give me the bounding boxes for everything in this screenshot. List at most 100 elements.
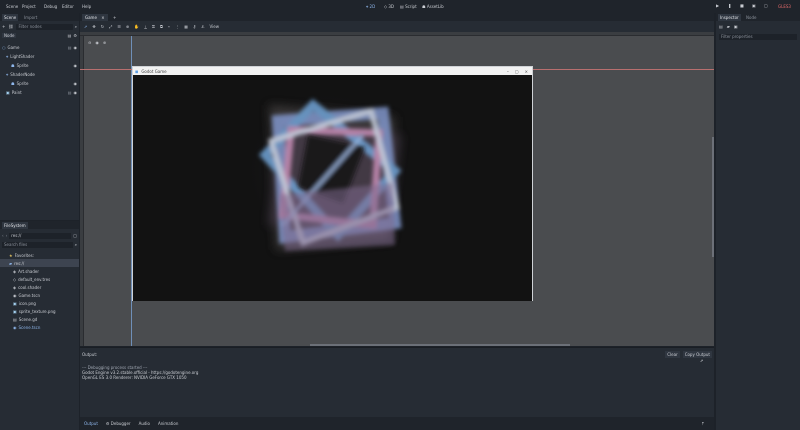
list-item[interactable]: ▰ res://	[0, 259, 79, 267]
maximize-icon[interactable]: ▢	[515, 69, 519, 74]
list-item[interactable]: ◉ Game.tscn	[0, 291, 79, 299]
script-icon[interactable]: ▤	[68, 90, 72, 95]
tab-animation[interactable]: Animation	[158, 421, 178, 426]
script-icon[interactable]: ▤	[68, 33, 72, 38]
menu-editor[interactable]: Editor	[62, 4, 74, 9]
play-scene-icon[interactable]: ▣	[752, 3, 758, 9]
select-list-icon[interactable]: ☰	[117, 24, 121, 29]
add-tab-icon[interactable]: +	[113, 15, 116, 20]
grid-icon[interactable]: ▦	[184, 24, 188, 29]
menu-help[interactable]: Help	[82, 4, 91, 9]
viewport-scrollbar-vertical[interactable]	[712, 137, 714, 257]
game-window[interactable]: ◼ Godot Game – ▢ ×	[132, 66, 533, 301]
minimize-icon[interactable]: –	[507, 69, 509, 74]
tab-filesystem[interactable]: FileSystem	[2, 222, 28, 229]
workspace-assetlib[interactable]: ☗ AssetLib	[422, 4, 444, 9]
tree-label: Sprite	[16, 63, 29, 68]
forward-icon[interactable]: ›	[6, 233, 8, 238]
stop-icon[interactable]: ■	[740, 3, 746, 9]
menu-scene[interactable]: Scene	[6, 4, 18, 9]
move-icon[interactable]: ✥	[92, 24, 95, 29]
workspace-script[interactable]: ▤ Script	[400, 4, 417, 9]
filter-nodes-input[interactable]: Filter nodes	[16, 23, 73, 30]
key-icon[interactable]: ⚷	[193, 24, 196, 29]
tab-scene[interactable]: Scene	[2, 14, 19, 21]
list-item[interactable]: ▣ icon.png	[0, 299, 79, 307]
add-node-icon[interactable]: +	[2, 24, 5, 29]
save-resource-icon[interactable]: ▣	[734, 24, 738, 29]
close-icon[interactable]: ×	[525, 69, 528, 74]
menu-project[interactable]: Project	[22, 4, 36, 9]
workspace-3d[interactable]: ◇ 3D	[384, 4, 394, 9]
new-resource-icon[interactable]: ▤	[719, 24, 723, 29]
tree-item-lightshader[interactable]: ⌖ LightShader	[2, 52, 77, 61]
visibility-icon[interactable]: ◉	[74, 90, 78, 95]
list-item[interactable]: ★ Favorites:	[0, 251, 79, 259]
scale-icon[interactable]: ⤢	[109, 24, 112, 29]
copy-output-button[interactable]: Copy Output	[682, 351, 712, 358]
tree-item-sprite[interactable]: ☗ Sprite ◉	[2, 61, 77, 70]
group-icon[interactable]: ⧉	[160, 24, 163, 29]
tab-inspector[interactable]: Inspector	[718, 14, 741, 21]
play-icon[interactable]: ▶	[716, 3, 722, 9]
search-files-input[interactable]: Search files	[2, 241, 73, 248]
clear-button[interactable]: Clear	[665, 351, 680, 358]
rotate-icon[interactable]: ↻	[101, 24, 104, 29]
tree-item-paint[interactable]: ▣ Paint ▤ ◉	[2, 88, 77, 97]
tab-debugger[interactable]: ⚙ Debugger	[106, 421, 131, 426]
anchor-icon[interactable]: ⚓	[201, 24, 205, 29]
close-icon[interactable]: ×	[101, 15, 104, 20]
tree-item-sprite-2[interactable]: ☗ Sprite ◉	[2, 79, 77, 88]
list-item[interactable]: ◉ Scene.tscn	[0, 323, 79, 331]
tab-audio[interactable]: Audio	[139, 421, 150, 426]
tab-output[interactable]: Output	[84, 421, 98, 426]
list-item[interactable]: ◈ cool.shader	[0, 283, 79, 291]
path-field[interactable]: res://	[9, 232, 72, 239]
view-menu[interactable]: View	[210, 24, 220, 29]
link-icon[interactable]: ⛓	[8, 24, 13, 29]
shader-artwork	[239, 85, 419, 255]
lock-icon[interactable]: ⚿	[152, 24, 155, 29]
play-custom-icon[interactable]: ▢	[764, 3, 770, 9]
game-window-titlebar[interactable]: ◼ Godot Game – ▢ ×	[133, 67, 532, 75]
canvas-viewport[interactable]: ⊖ ◉ ⊕ ◼ Godot Game – ▢ ×	[80, 32, 714, 346]
ruler-icon[interactable]: ⟂	[144, 24, 147, 29]
workspace-2d[interactable]: ⌖ 2D	[366, 4, 375, 9]
list-item[interactable]: ▣ sprite_texture.png	[0, 307, 79, 315]
zoom-out-icon[interactable]: ⊖	[88, 40, 91, 45]
tree-item-game[interactable]: ○ Game ▤ ◉	[2, 43, 77, 52]
back-icon[interactable]: ‹	[2, 233, 4, 238]
viewport-scrollbar-horizontal[interactable]	[310, 344, 570, 346]
tab-import[interactable]: Import	[22, 14, 39, 21]
select-icon[interactable]: ➚	[84, 24, 87, 29]
menu-debug[interactable]: Debug	[44, 4, 57, 9]
pivot-icon[interactable]: ⊕	[126, 24, 129, 29]
visibility-icon[interactable]: ◉	[74, 81, 78, 86]
bone-icon[interactable]: ⌁	[168, 24, 170, 29]
list-item[interactable]: ◇ default_env.tres	[0, 275, 79, 283]
expand-panel-icon[interactable]: ⤒	[702, 421, 704, 426]
renderer-label[interactable]: GLES3	[778, 4, 791, 9]
scene-tree: ○ Game ▤ ◉ ⌖ LightShader ☗ Sprite ◉ ⌖ Sh…	[2, 43, 77, 97]
scene-tabs: Game × +	[80, 13, 714, 21]
tab-node[interactable]: Node	[744, 14, 758, 21]
load-resource-icon[interactable]: ▰	[727, 24, 730, 29]
filter-properties-input[interactable]: Filter properties	[719, 34, 797, 40]
visibility-icon[interactable]: ◉	[74, 63, 78, 68]
zoom-reset-icon[interactable]: ◉	[95, 40, 99, 45]
root-node-button[interactable]: Node	[2, 33, 17, 38]
visibility-icon[interactable]: ◉	[74, 45, 78, 50]
split-view-icon[interactable]: ▢	[73, 233, 77, 238]
list-item[interactable]: ◈ Art.shader	[0, 267, 79, 275]
chain-icon[interactable]: ⚙	[73, 33, 77, 38]
game-canvas[interactable]	[133, 75, 532, 301]
script-icon[interactable]: ▤	[68, 45, 72, 50]
tree-item-shadernode[interactable]: ⌖ ShaderNode	[2, 70, 77, 79]
list-item[interactable]: ▤ Scene.gd	[0, 315, 79, 323]
pan-icon[interactable]: ✋	[134, 24, 139, 29]
filesystem-dock: FileSystem ‹ › res:// ▢ Search files ⌕ ★…	[0, 221, 79, 430]
pause-icon[interactable]: ❚	[728, 3, 734, 9]
tab-scene-game[interactable]: Game ×	[82, 14, 108, 21]
zoom-in-icon[interactable]: ⊕	[103, 40, 106, 45]
snap-icon[interactable]: ⋮	[175, 24, 179, 29]
